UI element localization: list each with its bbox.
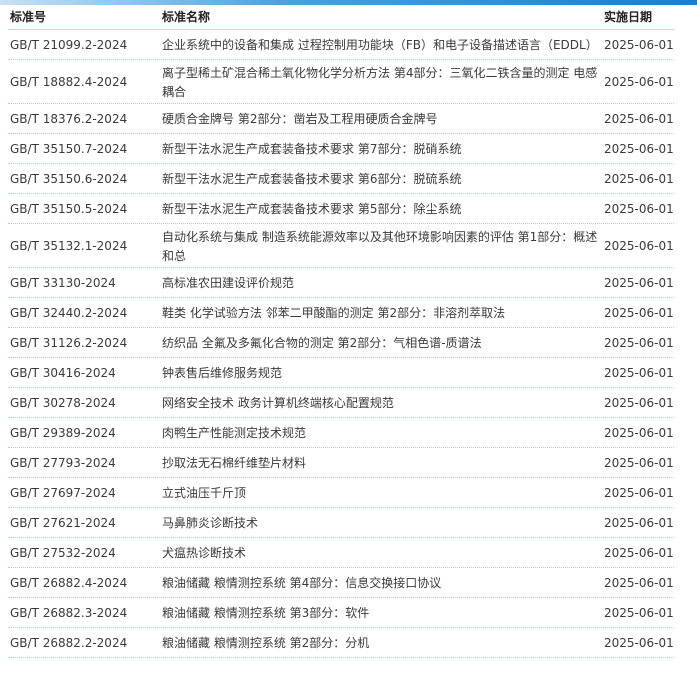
standard-code: GB/T 27793-2024: [10, 456, 116, 470]
effective-date: 2025-06-01: [604, 142, 674, 156]
standard-name-link[interactable]: 肉鸭生产性能测定技术规范: [162, 425, 600, 441]
standard-name-link[interactable]: 钟表售后维修服务规范: [162, 365, 600, 381]
standard-code: GB/T 31126.2-2024: [10, 336, 128, 350]
table-row: GB/T 35132.1-2024 自动化系统与集成 制造系统能源效率以及其他环…: [8, 224, 674, 268]
standard-code: GB/T 35150.6-2024: [10, 172, 128, 186]
table-row: GB/T 30278-2024 网络安全技术 政务计算机终端核心配置规范 202…: [8, 388, 674, 418]
effective-date: 2025-06-01: [604, 38, 674, 52]
table-row: GB/T 35150.7-2024 新型干法水泥生产成套装备技术要求 第7部分：…: [8, 134, 674, 164]
standard-name-link[interactable]: 抄取法无石棉纤维垫片材料: [162, 455, 600, 471]
effective-date: 2025-06-01: [604, 636, 674, 650]
standard-name-link[interactable]: 粮油储藏 粮情测控系统 第2部分：分机: [162, 635, 600, 651]
effective-date: 2025-06-01: [604, 75, 674, 89]
table-row: GB/T 26882.3-2024 粮油储藏 粮情测控系统 第3部分：软件 20…: [8, 598, 674, 628]
table-row: GB/T 18376.2-2024 硬质合金牌号 第2部分：凿岩及工程用硬质合金…: [8, 104, 674, 134]
standard-code: GB/T 18882.4-2024: [10, 75, 128, 89]
standard-name-link[interactable]: 网络安全技术 政务计算机终端核心配置规范: [162, 395, 600, 411]
standard-name-link[interactable]: 鞋类 化学试验方法 邻苯二甲酸酯的测定 第2部分：非溶剂萃取法: [162, 305, 600, 321]
standard-name-link[interactable]: 立式油压千斤顶: [162, 485, 600, 501]
standard-name-link[interactable]: 自动化系统与集成 制造系统能源效率以及其他环境影响因素的评估 第1部分：概述和总: [162, 228, 600, 266]
standard-name-link[interactable]: 硬质合金牌号 第2部分：凿岩及工程用硬质合金牌号: [162, 111, 600, 127]
standards-table: 标准号 标准名称 实施日期 GB/T 21099.2-2024 企业系统中的设备…: [8, 5, 674, 658]
header-effective-date: 实施日期: [604, 10, 653, 24]
table-row: GB/T 31126.2-2024 纺织品 全氟及多氟化合物的测定 第2部分：气…: [8, 328, 674, 358]
table-row: GB/T 27793-2024 抄取法无石棉纤维垫片材料 2025-06-01: [8, 448, 674, 478]
standard-name-link[interactable]: 离子型稀土矿混合稀土氧化物化学分析方法 第4部分：三氧化二铁含量的测定 电感耦合: [162, 64, 600, 102]
table-row: GB/T 21099.2-2024 企业系统中的设备和集成 过程控制用功能块（F…: [8, 30, 674, 60]
standard-name-link[interactable]: 犬瘟热诊断技术: [162, 545, 600, 561]
standard-code: GB/T 27532-2024: [10, 546, 116, 560]
standard-code: GB/T 35132.1-2024: [10, 239, 128, 253]
effective-date: 2025-06-01: [604, 366, 674, 380]
table-row: GB/T 33130-2024 高标准农田建设评价规范 2025-06-01: [8, 268, 674, 298]
table-row: GB/T 27621-2024 马鼻肺炎诊断技术 2025-06-01: [8, 508, 674, 538]
effective-date: 2025-06-01: [604, 606, 674, 620]
standard-code: GB/T 30278-2024: [10, 396, 116, 410]
standard-name-link[interactable]: 粮油储藏 粮情测控系统 第3部分：软件: [162, 605, 600, 621]
table-row: GB/T 27532-2024 犬瘟热诊断技术 2025-06-01: [8, 538, 674, 568]
effective-date: 2025-06-01: [604, 336, 674, 350]
effective-date: 2025-06-01: [604, 112, 674, 126]
effective-date: 2025-06-01: [604, 426, 674, 440]
standard-code: GB/T 26882.2-2024: [10, 636, 128, 650]
table-row: GB/T 18882.4-2024 离子型稀土矿混合稀土氧化物化学分析方法 第4…: [8, 60, 674, 104]
table-row: GB/T 29389-2024 肉鸭生产性能测定技术规范 2025-06-01: [8, 418, 674, 448]
standard-code: GB/T 26882.4-2024: [10, 576, 128, 590]
effective-date: 2025-06-01: [604, 546, 674, 560]
standard-name-link[interactable]: 粮油储藏 粮情测控系统 第4部分：信息交换接口协议: [162, 575, 600, 591]
effective-date: 2025-06-01: [604, 239, 674, 253]
effective-date: 2025-06-01: [604, 456, 674, 470]
standard-code: GB/T 35150.5-2024: [10, 202, 128, 216]
standard-code: GB/T 35150.7-2024: [10, 142, 128, 156]
standard-name-link[interactable]: 新型干法水泥生产成套装备技术要求 第7部分：脱硝系统: [162, 141, 600, 157]
standard-code: GB/T 30416-2024: [10, 366, 116, 380]
standard-code: GB/T 18376.2-2024: [10, 112, 128, 126]
table-header: 标准号 标准名称 实施日期: [8, 5, 674, 30]
table-row: GB/T 30416-2024 钟表售后维修服务规范 2025-06-01: [8, 358, 674, 388]
standard-code: GB/T 32440.2-2024: [10, 306, 128, 320]
standard-name-link[interactable]: 新型干法水泥生产成套装备技术要求 第5部分：除尘系统: [162, 201, 600, 217]
standard-code: GB/T 27621-2024: [10, 516, 116, 530]
standard-code: GB/T 21099.2-2024: [10, 38, 128, 52]
effective-date: 2025-06-01: [604, 276, 674, 290]
standard-name-link[interactable]: 高标准农田建设评价规范: [162, 275, 600, 291]
standard-name-link[interactable]: 企业系统中的设备和集成 过程控制用功能块（FB）和电子设备描述语言（EDDL）: [162, 37, 600, 53]
standard-name-link[interactable]: 新型干法水泥生产成套装备技术要求 第6部分：脱硫系统: [162, 171, 600, 187]
standard-name-link[interactable]: 纺织品 全氟及多氟化合物的测定 第2部分：气相色谱-质谱法: [162, 335, 600, 351]
effective-date: 2025-06-01: [604, 486, 674, 500]
effective-date: 2025-06-01: [604, 576, 674, 590]
table-row: GB/T 26882.4-2024 粮油储藏 粮情测控系统 第4部分：信息交换接…: [8, 568, 674, 598]
header-standard-name: 标准名称: [162, 10, 211, 24]
table-row: GB/T 27697-2024 立式油压千斤顶 2025-06-01: [8, 478, 674, 508]
standard-code: GB/T 29389-2024: [10, 426, 116, 440]
table-row: GB/T 26882.2-2024 粮油储藏 粮情测控系统 第2部分：分机 20…: [8, 628, 674, 658]
effective-date: 2025-06-01: [604, 172, 674, 186]
effective-date: 2025-06-01: [604, 516, 674, 530]
table-row: GB/T 35150.5-2024 新型干法水泥生产成套装备技术要求 第5部分：…: [8, 194, 674, 224]
effective-date: 2025-06-01: [604, 306, 674, 320]
effective-date: 2025-06-01: [604, 396, 674, 410]
effective-date: 2025-06-01: [604, 202, 674, 216]
standard-code: GB/T 33130-2024: [10, 276, 116, 290]
standard-name-link[interactable]: 马鼻肺炎诊断技术: [162, 515, 600, 531]
standard-code: GB/T 26882.3-2024: [10, 606, 128, 620]
table-row: GB/T 32440.2-2024 鞋类 化学试验方法 邻苯二甲酸酯的测定 第2…: [8, 298, 674, 328]
standard-code: GB/T 27697-2024: [10, 486, 116, 500]
header-standard-code: 标准号: [10, 10, 47, 24]
table-row: GB/T 35150.6-2024 新型干法水泥生产成套装备技术要求 第6部分：…: [8, 164, 674, 194]
